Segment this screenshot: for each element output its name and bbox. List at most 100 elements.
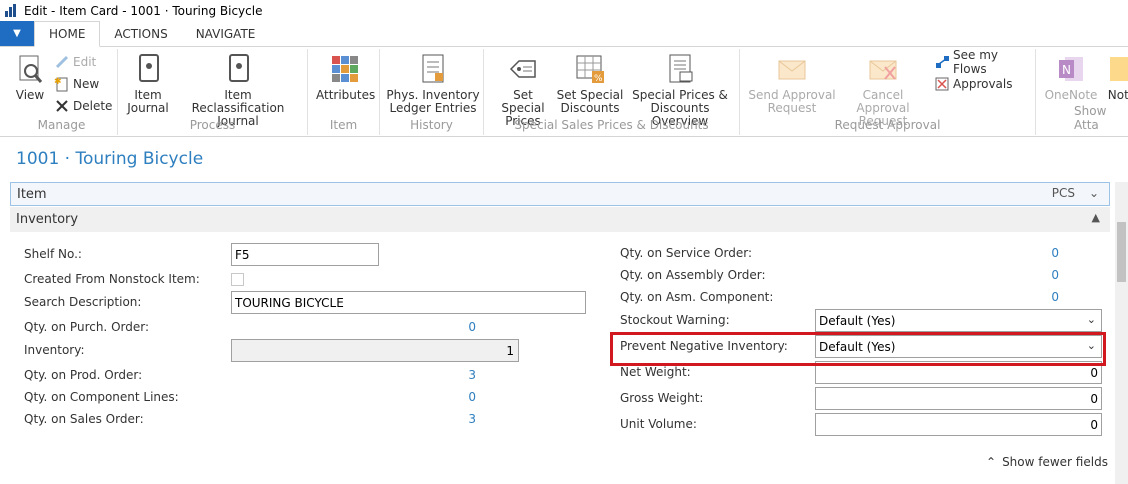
group-process: Item Journal Item Reclassification Journ…	[118, 49, 308, 135]
qty-service-order-label: Qty. on Service Order:	[620, 246, 753, 260]
attributes-button[interactable]: Attributes	[316, 51, 376, 102]
item-section-header[interactable]: Item PCS ⌄	[10, 182, 1110, 206]
gross-weight-input[interactable]: 0	[815, 387, 1102, 410]
qty-purch-order-value[interactable]: 0	[431, 320, 476, 334]
note-icon	[1106, 53, 1128, 85]
created-from-nonstock-label: Created From Nonstock Item:	[24, 272, 200, 286]
qty-asm-component-value[interactable]: 0	[1014, 290, 1059, 304]
tab-actions[interactable]: ACTIONS	[100, 21, 181, 46]
onenote-label: OneNote	[1044, 88, 1098, 102]
cancel-envelope-icon	[867, 53, 899, 85]
shelf-no-label: Shelf No.:	[24, 247, 82, 261]
qty-assembly-order-value[interactable]: 0	[1014, 268, 1059, 282]
svg-text:✱: ✱	[54, 77, 62, 87]
scrollbar-thumb[interactable]	[1117, 222, 1126, 282]
cancel-approval-request-button[interactable]: Cancel Approval Request	[836, 51, 930, 128]
chevron-down-icon[interactable]: ⌄	[1089, 186, 1099, 200]
group-label-special-prices: Special Sales Prices & Discounts	[514, 118, 709, 132]
approvals-label: Approvals	[953, 77, 1013, 91]
notes-button[interactable]: Note	[1102, 51, 1128, 102]
qty-sales-order-value[interactable]: 3	[431, 412, 476, 426]
vertical-scrollbar[interactable]	[1115, 182, 1128, 484]
new-button[interactable]: ✱ New	[54, 74, 99, 94]
send-approval-request-button[interactable]: Send Approval Request	[748, 51, 836, 115]
group-item: Attributes Item	[308, 49, 380, 135]
qty-prod-order-value[interactable]: 3	[431, 368, 476, 382]
special-discounts-label-2: Discounts	[560, 101, 620, 115]
group-label-request-approval: Request Approval	[834, 118, 941, 132]
group-history: Phys. Inventory Ledger Entries History	[380, 49, 484, 135]
qty-assembly-order-label: Qty. on Assembly Order:	[620, 268, 766, 282]
attributes-label: Attributes	[316, 88, 376, 102]
window-title: Edit - Item Card - 1001 · Touring Bicycl…	[24, 4, 263, 18]
approvals-button[interactable]: Approvals	[934, 74, 1013, 94]
group-label-process: Process	[189, 118, 236, 132]
send-envelope-icon	[776, 53, 808, 85]
app-icon	[4, 4, 18, 18]
special-prices-overview-button[interactable]: Special Prices & Discounts Overview	[624, 51, 736, 128]
pencil-icon	[54, 54, 70, 70]
annotation-highlight-box	[610, 332, 1106, 366]
net-weight-label: Net Weight:	[620, 365, 691, 379]
inventory-section-header[interactable]: Inventory ▲	[10, 207, 1110, 232]
new-label: New	[73, 77, 100, 91]
set-special-discounts-button[interactable]: % Set Special Discounts	[556, 51, 624, 115]
inventory-section-label: Inventory	[16, 212, 79, 227]
flows-icon	[934, 54, 950, 70]
svg-text:N: N	[1062, 63, 1071, 77]
ledger-icon	[417, 53, 449, 85]
group-request-approval: Send Approval Request Cancel Approval Re…	[740, 48, 1036, 135]
price-tag-icon	[507, 53, 539, 85]
file-menu-button[interactable]: ▼	[0, 21, 34, 46]
qty-service-order-value[interactable]: 0	[1014, 246, 1059, 260]
item-section-label: Item	[17, 186, 47, 202]
phys-label-2: Ledger Entries	[389, 101, 477, 115]
stockout-warning-select[interactable]: Default (Yes) ⌄	[815, 309, 1102, 332]
chevron-up-icon: ⌃	[986, 455, 997, 469]
group-label-manage: Manage	[37, 118, 86, 132]
edit-label: Edit	[73, 55, 97, 69]
approvals-icon	[934, 76, 950, 92]
journal-icon	[132, 53, 164, 85]
view-label: View	[15, 88, 45, 102]
view-button[interactable]: View	[8, 51, 52, 102]
new-document-icon: ✱	[54, 76, 70, 92]
ribbon-tab-row: ▼ HOME ACTIONS NAVIGATE	[0, 21, 1128, 47]
reclass-journal-icon	[222, 53, 254, 85]
group-label-item: Item	[329, 118, 358, 132]
see-my-flows-button[interactable]: See my Flows	[934, 48, 1035, 76]
onenote-icon: N	[1055, 53, 1087, 85]
ribbon: View Edit ✱ New Delete Manage Item Journ…	[0, 47, 1128, 137]
unit-volume-input[interactable]: 0	[815, 413, 1102, 436]
item-journal-button[interactable]: Item Journal	[126, 51, 170, 115]
item-uom-summary: PCS	[1051, 186, 1075, 200]
qty-component-lines-value[interactable]: 0	[431, 390, 476, 404]
phys-inventory-ledger-button[interactable]: Phys. Inventory Ledger Entries	[384, 51, 482, 115]
created-from-nonstock-checkbox[interactable]	[231, 273, 244, 286]
group-show-attached: N OneNote Note Show Atta	[1036, 49, 1128, 135]
qty-component-lines-label: Qty. on Component Lines:	[24, 390, 179, 404]
qty-asm-component-label: Qty. on Asm. Component:	[620, 290, 774, 304]
item-reclass-journal-button[interactable]: Item Reclassification Journal	[174, 51, 302, 128]
set-special-prices-button[interactable]: Set Special Prices	[490, 51, 556, 128]
qty-sales-order-label: Qty. on Sales Order:	[24, 412, 144, 426]
delete-button[interactable]: Delete	[54, 96, 112, 116]
edit-button[interactable]: Edit	[54, 52, 96, 72]
qty-purch-order-label: Qty. on Purch. Order:	[24, 320, 149, 334]
notes-label: Note	[1107, 88, 1128, 102]
chevron-up-icon[interactable]: ▲	[1092, 211, 1100, 224]
search-description-input[interactable]: TOURING BICYCLE	[231, 291, 586, 314]
onenote-button[interactable]: N OneNote	[1042, 51, 1100, 102]
inventory-value: 1	[231, 339, 519, 362]
shelf-no-input[interactable]: F5	[231, 243, 379, 266]
see-my-flows-label: See my Flows	[953, 48, 998, 76]
tab-home[interactable]: HOME	[34, 21, 101, 47]
gross-weight-label: Gross Weight:	[620, 391, 704, 405]
delete-label: Delete	[73, 99, 113, 113]
delete-x-icon	[54, 98, 70, 114]
page-title: 1001 · Touring Bicycle	[16, 149, 204, 169]
overview-document-icon	[664, 53, 696, 85]
tab-navigate[interactable]: NAVIGATE	[182, 21, 270, 46]
show-fewer-fields-link[interactable]: ⌃ Show fewer fields	[986, 455, 1108, 469]
show-fewer-fields-label: Show fewer fields	[1002, 455, 1108, 469]
